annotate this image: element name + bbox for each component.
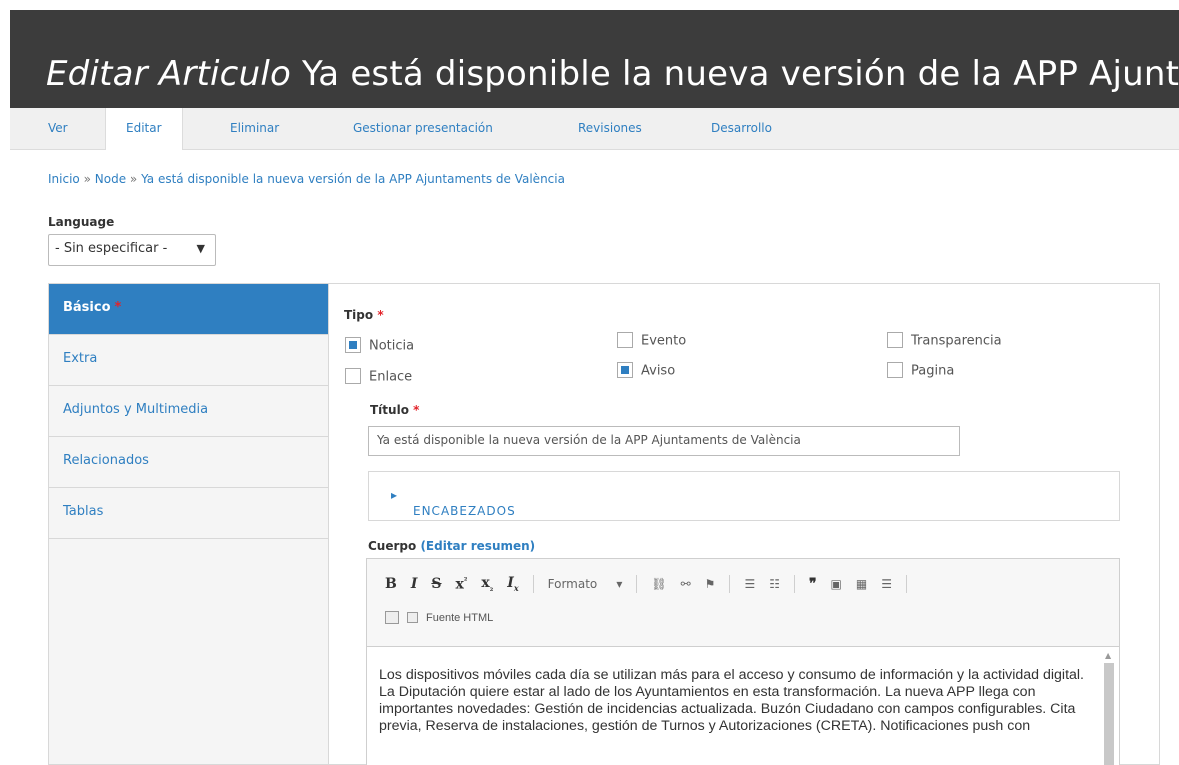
checkbox-empty-icon bbox=[617, 332, 633, 348]
tab-editar[interactable]: Editar bbox=[105, 108, 183, 150]
checkbox-enlace[interactable]: Enlace bbox=[345, 368, 412, 385]
scrollbar[interactable]: ▲ bbox=[1103, 651, 1115, 765]
tipo-label: Tipo * bbox=[344, 308, 384, 322]
checkbox-aviso[interactable]: Aviso bbox=[617, 362, 675, 379]
primary-tabs: Ver Editar Eliminar Gestionar presentaci… bbox=[10, 108, 1179, 150]
tab-gestionar-presentacion[interactable]: Gestionar presentación bbox=[353, 121, 493, 135]
page-title-bar: Editar Articulo Ya está disponible la nu… bbox=[10, 10, 1179, 108]
language-label: Language bbox=[48, 215, 115, 229]
language-selected-value: - Sin especificar - bbox=[55, 241, 168, 256]
checkbox-empty-icon bbox=[887, 332, 903, 348]
tab-revisiones[interactable]: Revisiones bbox=[578, 121, 642, 135]
editor-toolbar: B I S x² x₂ Ix Formato ▾ ⛓ ⚯ ⚑ ☰ ☷ ❞ ▣ ▦… bbox=[385, 573, 921, 595]
checkbox-empty-icon bbox=[887, 362, 903, 378]
editar-resumen-link[interactable]: (Editar resumen) bbox=[420, 539, 535, 553]
tab-desarrollo[interactable]: Desarrollo bbox=[711, 121, 772, 135]
body-text: Los dispositivos móviles cada día se uti… bbox=[379, 667, 1084, 734]
scroll-up-icon[interactable]: ▲ bbox=[1105, 651, 1111, 660]
checkbox-pagina[interactable]: Pagina bbox=[887, 362, 954, 379]
editor-toolbar-secondary: Fuente HTML bbox=[385, 611, 493, 624]
tab-ver[interactable]: Ver bbox=[48, 121, 68, 135]
chevron-down-icon: ▼ bbox=[196, 242, 205, 255]
titulo-input[interactable]: Ya está disponible la nueva versión de l… bbox=[368, 426, 960, 456]
image-icon[interactable]: ▣ bbox=[831, 577, 842, 591]
italic-icon[interactable]: I bbox=[411, 576, 418, 592]
subscript-icon[interactable]: x₂ bbox=[481, 575, 493, 593]
source-html-button[interactable]: Fuente HTML bbox=[426, 612, 493, 624]
cuerpo-label: Cuerpo (Editar resumen) bbox=[368, 539, 536, 553]
unlink-icon[interactable]: ⚯ bbox=[681, 577, 691, 591]
bulleted-list-icon[interactable]: ☰ bbox=[744, 577, 755, 591]
checkbox-checked-icon bbox=[617, 362, 633, 378]
page-title: Editar Articulo Ya está disponible la nu… bbox=[46, 54, 1179, 94]
editor-content[interactable]: Los dispositivos móviles cada día se uti… bbox=[367, 646, 1119, 765]
bold-icon[interactable]: B bbox=[385, 576, 397, 592]
titulo-label: Título * bbox=[370, 403, 420, 417]
breadcrumb-current[interactable]: Ya está disponible la nueva versión de l… bbox=[141, 172, 565, 186]
encabezados-toggle[interactable]: ▸ ENCABEZADOS bbox=[391, 488, 515, 518]
vtab-extra[interactable]: Extra bbox=[49, 335, 328, 386]
strikethrough-icon[interactable]: S bbox=[431, 576, 441, 592]
format-dropdown[interactable]: Formato ▾ bbox=[548, 577, 623, 591]
checkbox-checked-icon bbox=[345, 337, 361, 353]
paste-icon[interactable] bbox=[385, 611, 399, 624]
breadcrumb-inicio[interactable]: Inicio bbox=[48, 172, 80, 186]
vertical-tabs: Básico * Extra Adjuntos y Multimedia Rela… bbox=[48, 283, 328, 765]
vtab-basico[interactable]: Básico * bbox=[49, 284, 328, 335]
breadcrumb: Inicio » Node » Ya está disponible la nu… bbox=[48, 172, 565, 186]
remove-format-icon[interactable]: Ix bbox=[507, 575, 518, 593]
blockquote-icon[interactable]: ❞ bbox=[809, 576, 817, 592]
rich-text-editor: B I S x² x₂ Ix Formato ▾ ⛓ ⚯ ⚑ ☰ ☷ ❞ ▣ ▦… bbox=[366, 558, 1120, 765]
superscript-icon[interactable]: x² bbox=[456, 575, 468, 593]
vtab-tablas[interactable]: Tablas bbox=[49, 488, 328, 539]
tab-eliminar[interactable]: Eliminar bbox=[230, 121, 279, 135]
vtab-relacionados[interactable]: Relacionados bbox=[49, 437, 328, 488]
checkbox-transparencia[interactable]: Transparencia bbox=[887, 332, 1002, 349]
breadcrumb-node[interactable]: Node bbox=[95, 172, 126, 186]
anchor-flag-icon[interactable]: ⚑ bbox=[705, 577, 716, 591]
encabezados-fieldset[interactable]: ▸ ENCABEZADOS bbox=[368, 471, 1120, 521]
checkbox-empty-icon bbox=[345, 368, 361, 384]
required-icon: * bbox=[114, 300, 122, 315]
scrollbar-thumb[interactable] bbox=[1104, 663, 1114, 765]
required-icon: * bbox=[413, 403, 420, 417]
horizontal-rule-icon[interactable]: ☰ bbox=[881, 577, 892, 591]
vtab-adjuntos-multimedia[interactable]: Adjuntos y Multimedia bbox=[49, 386, 328, 437]
link-icon[interactable]: ⛓ bbox=[651, 577, 666, 591]
numbered-list-icon[interactable]: ☷ bbox=[769, 577, 780, 591]
table-icon[interactable]: ▦ bbox=[856, 577, 867, 591]
checkbox-evento[interactable]: Evento bbox=[617, 332, 686, 349]
source-icon[interactable] bbox=[407, 612, 418, 623]
checkbox-noticia[interactable]: Noticia bbox=[345, 337, 414, 354]
required-icon: * bbox=[377, 308, 384, 322]
language-select[interactable]: - Sin especificar - ▼ bbox=[48, 234, 216, 266]
